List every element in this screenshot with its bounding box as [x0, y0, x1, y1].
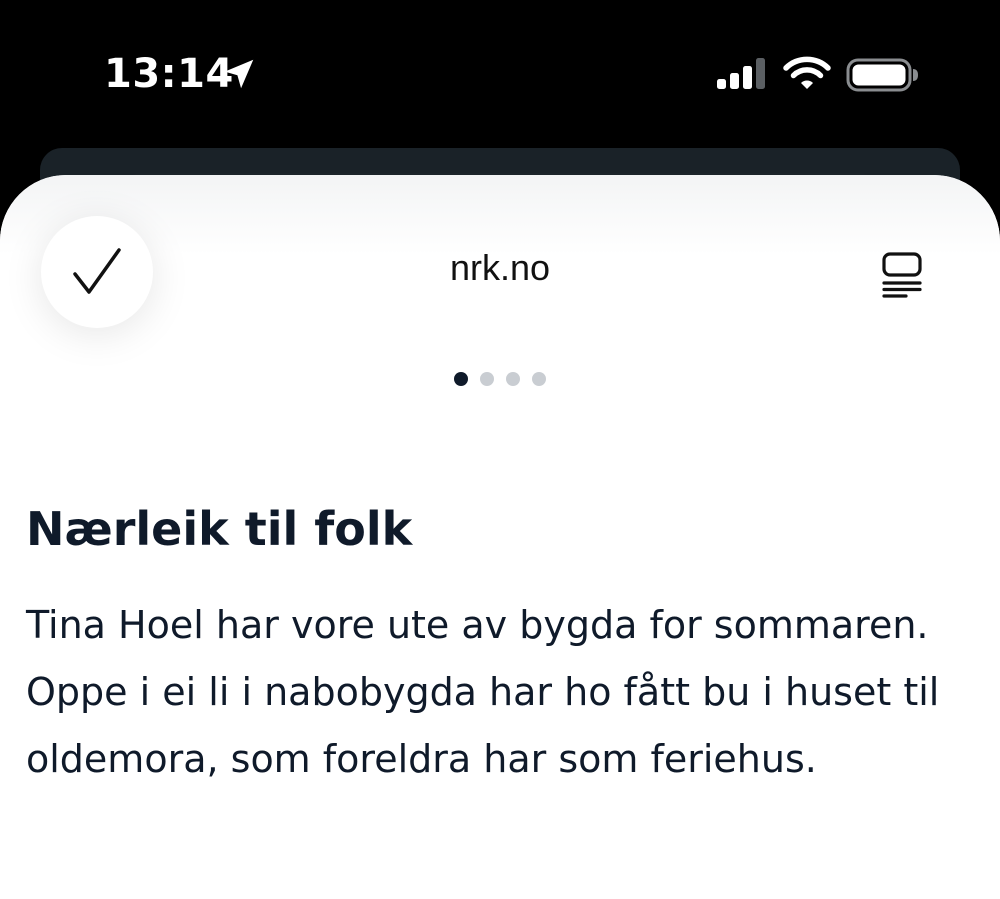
status-bar: 13:14	[0, 0, 1000, 150]
location-arrow-icon	[224, 59, 254, 89]
article-headline: Nærleik til folk	[26, 502, 413, 556]
article-sheet: nrk.no Nærleik til folk Tina Hoel har vo…	[0, 175, 1000, 899]
article-body: Tina Hoel har vore ute av bygda for somm…	[26, 603, 940, 781]
battery-icon	[846, 58, 918, 92]
page-indicator[interactable]	[0, 372, 1000, 386]
cellular-signal-icon	[717, 58, 765, 89]
page-dot	[480, 372, 494, 386]
page-dot	[532, 372, 546, 386]
status-time: 13:14	[104, 51, 234, 97]
reader-mode-icon[interactable]	[880, 251, 924, 299]
page-dot-active	[454, 372, 468, 386]
site-title: nrk.no	[449, 247, 551, 288]
sheet-top-fade	[0, 175, 1000, 255]
page-dot	[506, 372, 520, 386]
wifi-icon	[783, 56, 831, 89]
